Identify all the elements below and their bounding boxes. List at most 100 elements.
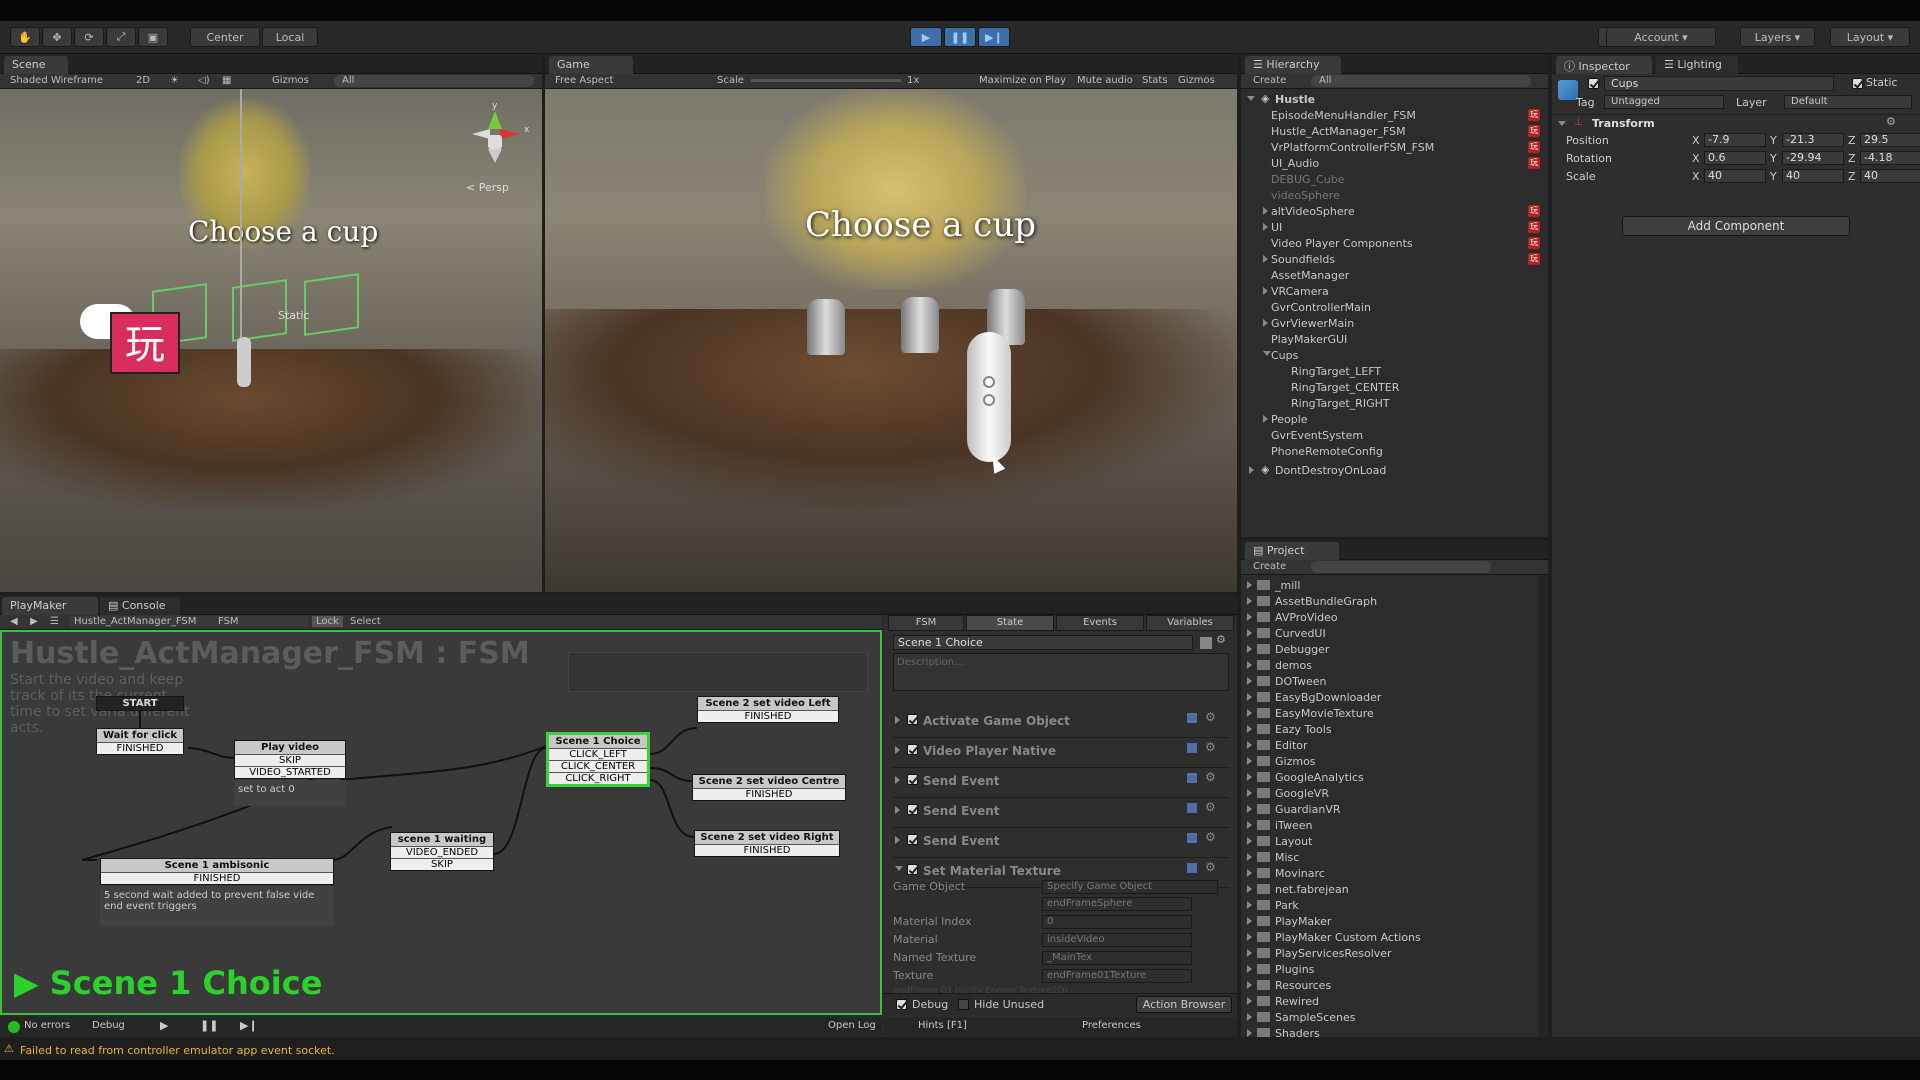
event-finished[interactable]: FINISHED xyxy=(101,872,333,884)
project-folder[interactable]: demos xyxy=(1241,657,1538,673)
expand-arrow-icon[interactable] xyxy=(1247,629,1252,637)
hierarchy-create-dropdown[interactable]: Create xyxy=(1253,75,1286,86)
action-enabled-checkbox[interactable] xyxy=(907,744,918,755)
project-folder[interactable]: Misc xyxy=(1241,849,1538,865)
transform-scale-z-field[interactable]: 40 xyxy=(1860,169,1920,183)
menu-icon[interactable]: ☰ xyxy=(50,616,59,627)
project-folder[interactable]: EasyMovieTexture xyxy=(1241,705,1538,721)
state-action[interactable]: Activate Game Object ⚙ xyxy=(893,710,1229,738)
expand-arrow-icon[interactable] xyxy=(1247,773,1252,781)
expand-arrow-icon[interactable] xyxy=(895,866,903,871)
scene-viewport[interactable]: Choose a cup Static 玩 y x < Persp xyxy=(0,89,542,592)
state-tab-events[interactable]: Events xyxy=(1056,615,1144,631)
project-create-dropdown[interactable]: Create xyxy=(1253,561,1286,572)
project-folder[interactable]: GoogleAnalytics xyxy=(1241,769,1538,785)
action-settings-gear-icon[interactable]: ⚙ xyxy=(1205,860,1216,874)
expand-arrow-icon[interactable] xyxy=(1263,287,1268,295)
cup-center[interactable] xyxy=(901,297,939,353)
project-folder[interactable]: PlayMaker Custom Actions xyxy=(1241,929,1538,945)
settings-gear-icon[interactable]: ⚙ xyxy=(1886,115,1896,128)
hierarchy-item[interactable]: PhoneRemoteConfig xyxy=(1241,443,1548,459)
action-enabled-checkbox[interactable] xyxy=(907,834,918,845)
tab-project[interactable]: ▤ Project xyxy=(1245,542,1339,560)
expand-arrow-icon[interactable] xyxy=(1247,1013,1252,1021)
state-scene1-waiting[interactable]: scene 1 waiting VIDEO_ENDED SKIP xyxy=(390,832,494,871)
project-folder[interactable]: GuardianVR xyxy=(1241,801,1538,817)
project-folder[interactable]: Eazy Tools xyxy=(1241,721,1538,737)
expand-arrow-icon[interactable] xyxy=(1247,789,1252,797)
static-checkbox[interactable] xyxy=(1852,78,1863,89)
expand-arrow-icon[interactable] xyxy=(895,776,900,784)
lighting-toggle[interactable]: ☀ xyxy=(170,75,179,86)
project-folder[interactable]: Resources xyxy=(1241,977,1538,993)
expand-arrow-icon[interactable] xyxy=(1247,661,1252,669)
scale-tool-button[interactable]: ⤢ xyxy=(106,27,136,47)
account-dropdown[interactable]: Account ▾ xyxy=(1606,27,1716,47)
hierarchy-item[interactable]: AssetManager xyxy=(1241,267,1548,283)
hierarchy-item[interactable]: GvrEventSystem xyxy=(1241,427,1548,443)
action-docs-icon[interactable] xyxy=(1187,803,1197,813)
state-scene2-left[interactable]: Scene 2 set video Left FINISHED xyxy=(697,696,839,723)
scale-slider[interactable] xyxy=(751,79,901,82)
project-folder[interactable]: _mill xyxy=(1241,577,1538,593)
preferences-button[interactable]: Preferences xyxy=(1082,1020,1141,1031)
action-settings-gear-icon[interactable]: ⚙ xyxy=(1205,710,1216,724)
transform-position-y-field[interactable]: -21.3 xyxy=(1782,133,1844,147)
hierarchy-item[interactable]: UI 玩 xyxy=(1241,219,1548,235)
expand-arrow-icon[interactable] xyxy=(1247,645,1252,653)
state-action[interactable]: Send Event ⚙ xyxy=(893,830,1229,858)
tab-scene[interactable]: Scene xyxy=(4,56,68,74)
expand-arrow-icon[interactable] xyxy=(1247,597,1252,605)
hierarchy-item[interactable]: Video Player Components 玩 xyxy=(1241,235,1548,251)
hierarchy-item[interactable]: altVideoSphere 玩 xyxy=(1241,203,1548,219)
hierarchy-item[interactable]: Hustle_ActManager_FSM 玩 xyxy=(1241,123,1548,139)
prop-texture-field[interactable]: endFrame01Texture xyxy=(1042,969,1192,983)
action-enabled-checkbox[interactable] xyxy=(907,804,918,815)
game-viewport[interactable]: Choose a cup xyxy=(545,89,1237,592)
transform-rotation-x-field[interactable]: 0.6 xyxy=(1704,151,1766,165)
state-wait-for-click[interactable]: Wait for click FINISHED xyxy=(96,728,184,755)
debug-checkbox[interactable] xyxy=(896,999,907,1010)
expand-arrow-icon[interactable] xyxy=(1247,997,1252,1005)
object-name-input[interactable]: Cups xyxy=(1604,76,1834,91)
project-folder[interactable]: Shaders xyxy=(1241,1025,1538,1037)
hide-unused-checkbox[interactable] xyxy=(958,999,969,1010)
fsm-target-dropdown[interactable]: Hustle_ActManager_FSM xyxy=(70,616,308,627)
action-enabled-checkbox[interactable] xyxy=(907,774,918,785)
expand-arrow-icon[interactable] xyxy=(1247,693,1252,701)
expand-arrow-icon[interactable] xyxy=(1247,933,1252,941)
game-gizmos-dropdown[interactable]: Gizmos xyxy=(1178,75,1215,86)
expand-arrow-icon[interactable] xyxy=(1263,415,1268,423)
prop-game-object-dropdown[interactable]: Specify Game Object xyxy=(1042,880,1218,894)
open-log-button[interactable]: Open Log xyxy=(828,1020,876,1031)
select-button[interactable]: Select xyxy=(350,616,381,627)
expand-arrow-icon[interactable] xyxy=(1247,725,1252,733)
project-folder[interactable]: AssetBundleGraph xyxy=(1241,593,1538,609)
event-finished[interactable]: FINISHED xyxy=(693,788,845,800)
hierarchy-item[interactable]: RingTarget_RIGHT xyxy=(1241,395,1548,411)
action-enabled-checkbox[interactable] xyxy=(907,714,918,725)
project-folder[interactable]: GoogleVR xyxy=(1241,785,1538,801)
state-scene2-right[interactable]: Scene 2 set video Right FINISHED xyxy=(694,830,840,857)
event-click-left[interactable]: CLICK_LEFT xyxy=(549,748,647,760)
tab-game[interactable]: Game xyxy=(549,56,633,74)
expand-arrow-icon[interactable] xyxy=(1247,613,1252,621)
state-settings-gear-icon[interactable]: ⚙ xyxy=(1216,633,1226,646)
state-action[interactable]: Send Event ⚙ xyxy=(893,770,1229,798)
hierarchy-item[interactable]: EpisodeMenuHandler_FSM 玩 xyxy=(1241,107,1548,123)
mute-toggle[interactable]: Mute audio xyxy=(1077,75,1133,86)
expand-arrow-icon[interactable] xyxy=(1247,949,1252,957)
expand-arrow-icon[interactable] xyxy=(1247,837,1252,845)
hierarchy-item[interactable]: UI_Audio 玩 xyxy=(1241,155,1548,171)
action-settings-gear-icon[interactable]: ⚙ xyxy=(1205,800,1216,814)
prop-game-object-field[interactable]: endFrameSphere xyxy=(1042,897,1192,911)
state-action[interactable]: Video Player Native ⚙ xyxy=(893,740,1229,768)
pivot-local-button[interactable]: Local xyxy=(262,27,318,47)
back-icon[interactable]: ◀ xyxy=(10,616,18,627)
project-folder[interactable]: Plugins xyxy=(1241,961,1538,977)
expand-arrow-icon[interactable] xyxy=(895,746,900,754)
project-folder[interactable]: PlayServicesResolver xyxy=(1241,945,1538,961)
scene-search-input[interactable]: All xyxy=(334,75,534,87)
transform-header[interactable]: ⊥ Transform ⚙ xyxy=(1552,114,1920,130)
expand-arrow-icon[interactable] xyxy=(1263,255,1268,263)
